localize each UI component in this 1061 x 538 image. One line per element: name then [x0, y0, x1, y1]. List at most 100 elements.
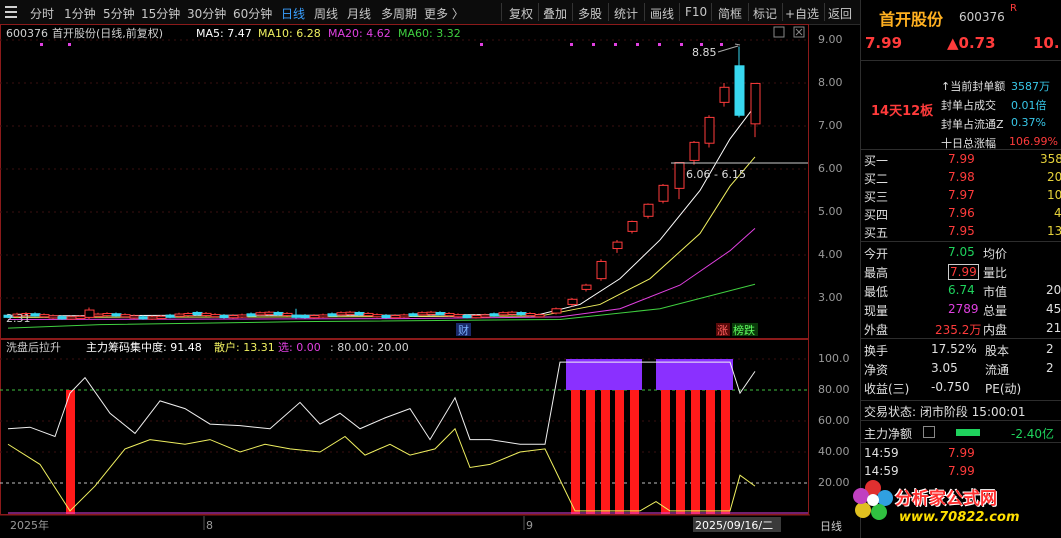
high-price-label: 8.85 — [692, 46, 717, 59]
main-net-value: -2.40亿 — [1011, 427, 1055, 441]
period-toolbar: 分时 1分钟 5分钟 15分钟 30分钟 60分钟 日线 周线 月线 多周期 更… — [0, 0, 860, 25]
main-net-icon[interactable] — [923, 426, 935, 438]
chart-area[interactable]: 600376 首开股份(日线,前复权) MA5: 7.47 MA10: 6.28… — [0, 24, 810, 538]
stat-value: 2789 — [948, 302, 979, 316]
price-pct: 10. — [1033, 34, 1060, 52]
r-badge: R — [1010, 3, 1017, 14]
stat-label: 最低 — [864, 285, 889, 299]
ma10-line — [7, 156, 756, 318]
tool-mark[interactable]: 标记 — [753, 5, 777, 22]
candle — [120, 313, 131, 318]
y-tick-indicator: 60.00 — [818, 414, 850, 427]
period-monthly[interactable]: 月线 — [347, 5, 371, 22]
period-5min[interactable]: 5分钟 — [103, 5, 135, 22]
candle — [48, 314, 59, 319]
fund-label-2: 股本 — [985, 344, 1010, 358]
candle — [516, 311, 527, 316]
candle — [525, 312, 536, 317]
y-tick-indicator: 40.00 — [818, 445, 850, 458]
seal-row-value: 0.01倍 — [1011, 99, 1047, 112]
high-arrow — [717, 45, 739, 53]
candle — [719, 83, 730, 107]
x-label-aug: 8 — [206, 519, 213, 532]
order-price: 7.95 — [948, 224, 975, 238]
tick-time: 14:59 — [864, 464, 899, 478]
order-price: 7.98 — [948, 170, 975, 184]
period-multi[interactable]: 多周期 — [381, 5, 417, 22]
tick-price: 7.99 — [948, 446, 975, 460]
candle — [318, 313, 329, 318]
stat-label-2: 量比 — [983, 266, 1008, 280]
candle — [255, 311, 266, 316]
fund-value: -0.750 — [931, 380, 970, 394]
candle — [734, 46, 745, 118]
candle — [408, 312, 419, 317]
finance-marker-label: 财 — [458, 323, 469, 337]
stat-label: 今开 — [864, 247, 889, 261]
tool-back[interactable]: 返回 — [828, 5, 852, 22]
period-15min[interactable]: 15分钟 — [141, 5, 180, 22]
y-tick-main: 5.00 — [818, 205, 843, 218]
x-label-2025: 2025年 — [10, 518, 49, 532]
candle — [658, 184, 669, 204]
order-volume: 358 — [1040, 152, 1061, 166]
period-30min[interactable]: 30分钟 — [187, 5, 226, 22]
stat-label-2: 内盘 — [983, 323, 1008, 337]
chart-window-buttons[interactable] — [773, 26, 805, 38]
tool-add-watchlist[interactable]: +自选 — [785, 5, 819, 22]
price-change: ▲0.73 — [947, 34, 996, 52]
y-tick-indicator: 20.00 — [818, 476, 850, 489]
y-tick-main: 9.00 — [818, 33, 843, 46]
period-more[interactable]: 更多 〉 — [424, 5, 464, 22]
ma20-line — [7, 227, 756, 320]
stat-label-2: 市值 — [983, 285, 1008, 299]
signal-dot — [480, 43, 483, 46]
candle — [417, 311, 428, 316]
ma5-legend: MA5: 7.47 — [196, 27, 252, 40]
candle — [336, 311, 347, 316]
candle — [363, 312, 374, 317]
stat-label: 外盘 — [864, 323, 889, 337]
menu-icon[interactable] — [5, 6, 17, 18]
fund-label: 收益(三) — [864, 382, 910, 396]
order-label: 买二 — [864, 172, 889, 186]
candle — [147, 315, 158, 320]
x-label-sep: 9 — [526, 519, 533, 532]
indicator-plot — [7, 359, 808, 514]
stock-code: 600376 — [959, 10, 1005, 24]
tool-simple-frame[interactable]: 简框 — [718, 5, 742, 22]
signal-dot — [40, 43, 43, 46]
candle — [174, 312, 185, 318]
candle — [39, 313, 50, 318]
tool-stats[interactable]: 统计 — [614, 5, 638, 22]
tool-draw[interactable]: 画线 — [650, 5, 674, 22]
candle — [138, 315, 149, 320]
tool-multistock[interactable]: 多股 — [578, 5, 602, 22]
period-indicator[interactable]: 日线 — [820, 518, 842, 534]
ma60-line — [7, 283, 756, 329]
candle — [596, 259, 607, 281]
stat-value: 7.05 — [948, 245, 975, 259]
candle — [264, 310, 275, 316]
candle — [507, 310, 518, 316]
y-tick-main: 6.00 — [818, 162, 843, 175]
candle — [237, 313, 248, 318]
candle — [327, 312, 338, 317]
period-fenshi[interactable]: 分时 — [30, 5, 54, 22]
period-daily[interactable]: 日线 — [281, 5, 305, 22]
period-weekly[interactable]: 周线 — [314, 5, 338, 22]
ma-lines — [7, 105, 756, 329]
candle — [30, 312, 41, 317]
tool-fuquan[interactable]: 复权 — [509, 5, 533, 22]
chart-settings-icon[interactable] — [773, 26, 785, 38]
period-60min[interactable]: 60分钟 — [233, 5, 272, 22]
candle — [84, 307, 95, 320]
sanhu-legend: 散户: 13.31 — [214, 340, 275, 354]
candle — [192, 311, 203, 316]
tool-f10[interactable]: F10 — [685, 5, 707, 19]
order-volume: 13 — [1047, 224, 1061, 238]
order-volume: 4 — [1054, 206, 1061, 220]
period-1min[interactable]: 1分钟 — [64, 5, 96, 22]
stat-value: 7.99 — [948, 264, 979, 280]
tool-overlay[interactable]: 叠加 — [543, 5, 567, 22]
